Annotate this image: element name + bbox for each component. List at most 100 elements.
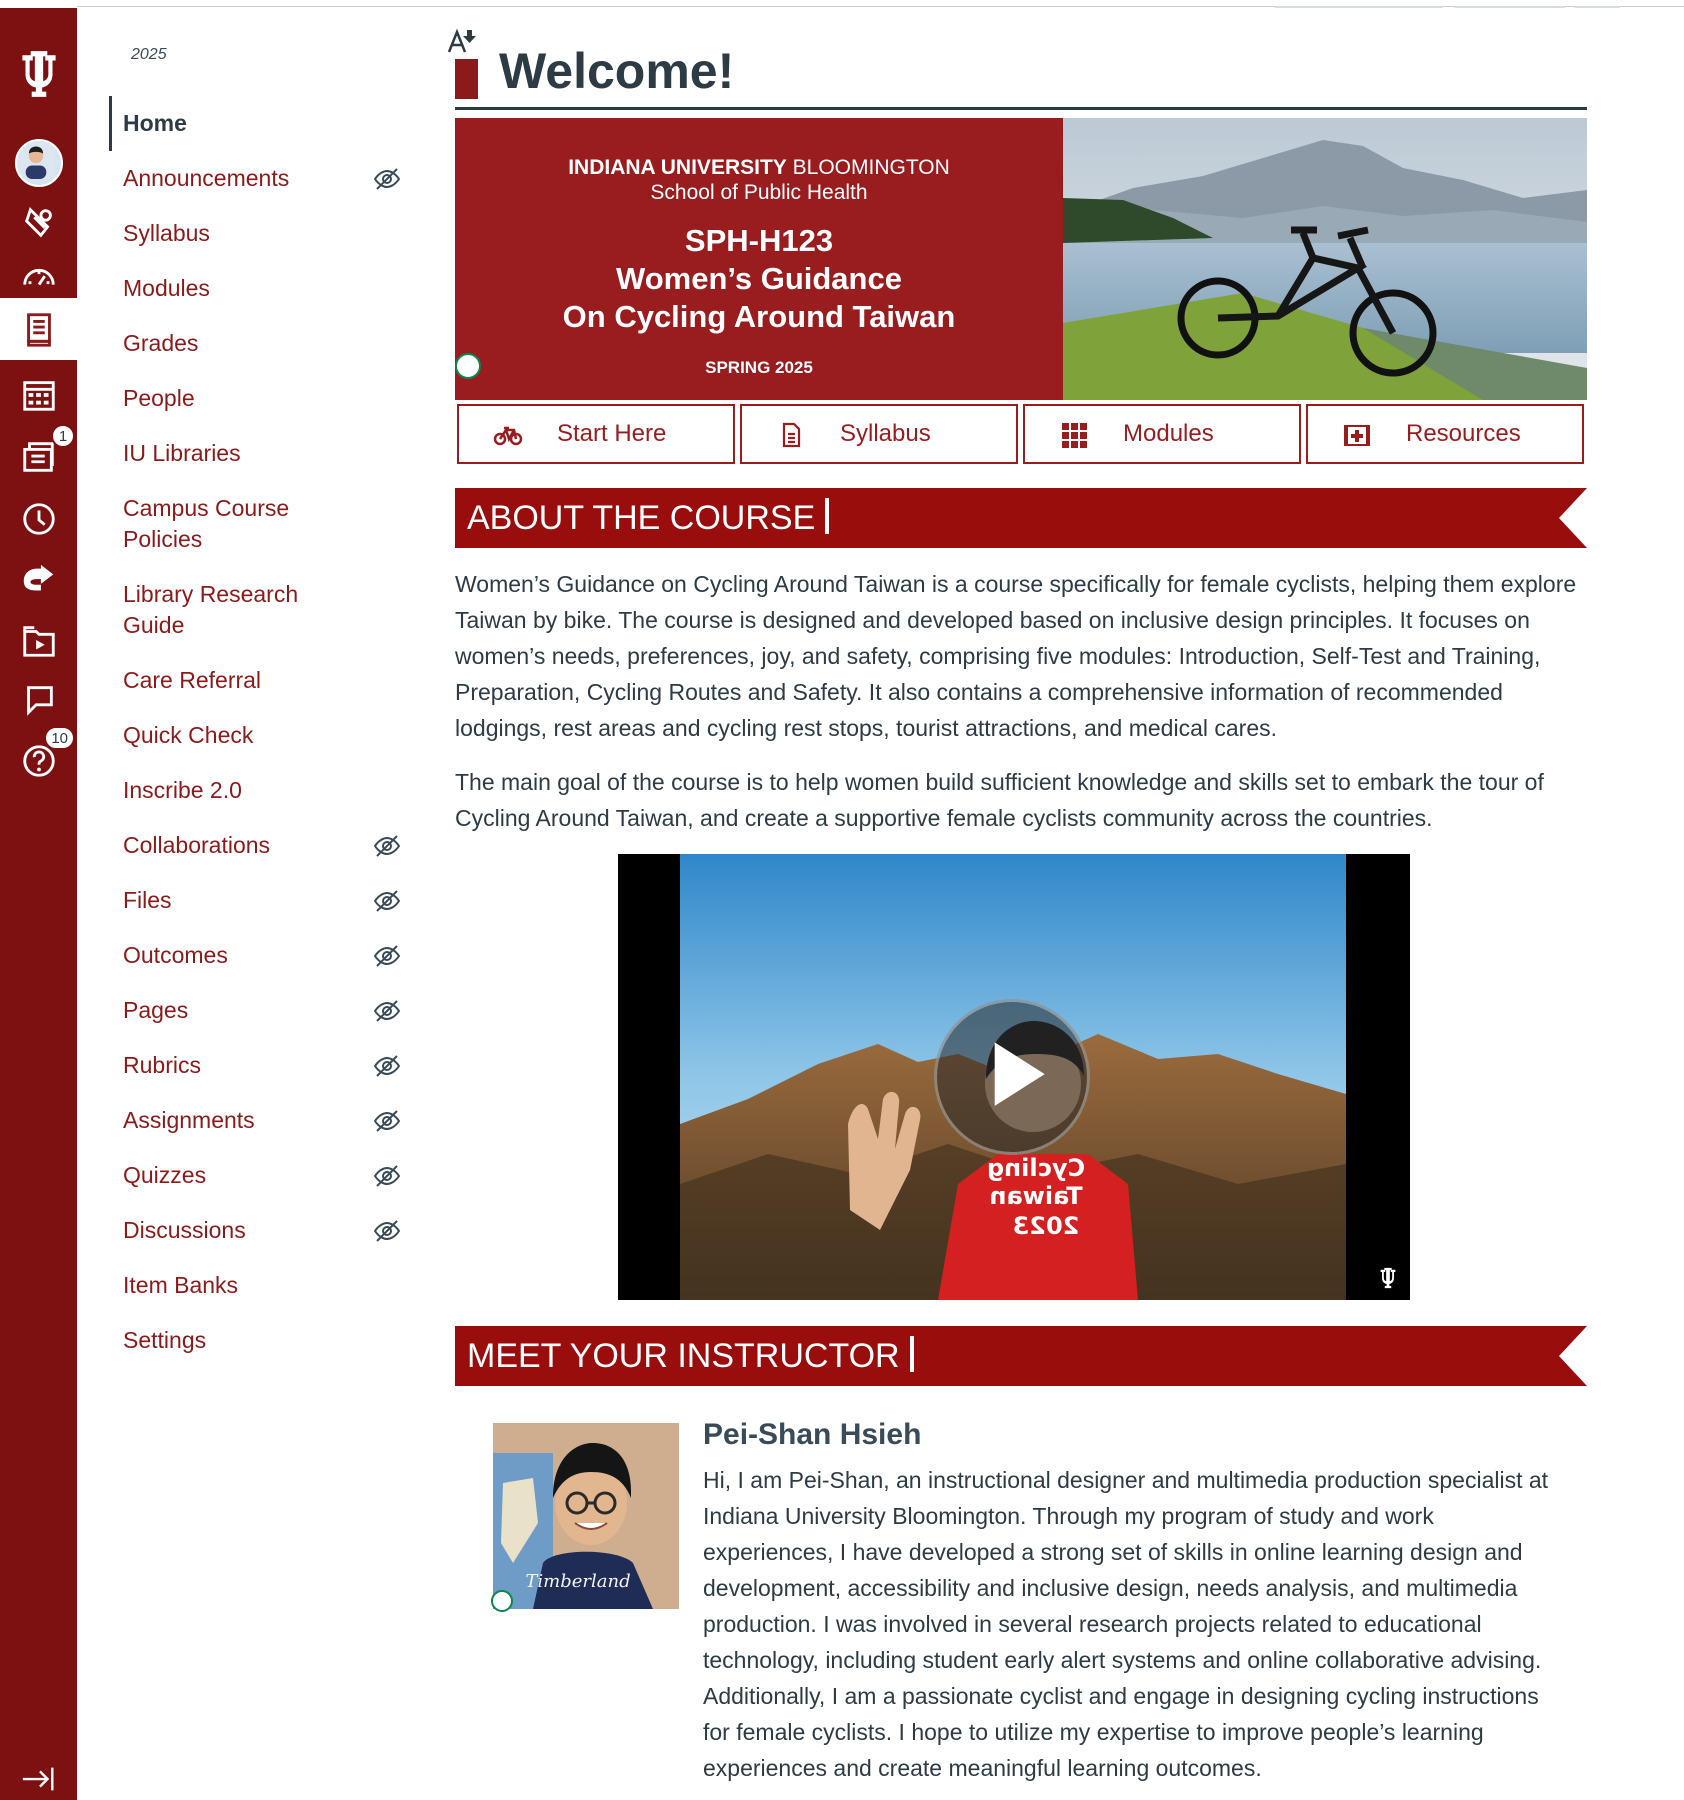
banner-title-panel: INDIANA UNIVERSITY BLOOMINGTON School of… bbox=[455, 118, 1063, 400]
commons-link[interactable] bbox=[0, 552, 77, 610]
banner-university: INDIANA UNIVERSITY BLOOMINGTON bbox=[455, 156, 1063, 180]
share-arrow-icon bbox=[23, 564, 53, 591]
avatar bbox=[14, 139, 63, 187]
course-nav-label: Grades bbox=[123, 330, 199, 356]
course-nav-item-banks[interactable]: Item Banks bbox=[109, 1258, 409, 1313]
admin-link[interactable] bbox=[0, 194, 77, 252]
start-here-label: Start Here bbox=[557, 420, 667, 447]
play-button[interactable] bbox=[934, 999, 1090, 1155]
course-nav-rubrics[interactable]: Rubrics bbox=[109, 1038, 409, 1093]
sync-indicator-icon bbox=[455, 353, 481, 379]
intro-video-player[interactable]: Cycling Taiwan 2023 bbox=[618, 854, 1410, 1300]
course-nav-collaborations[interactable]: Collaborations bbox=[109, 818, 409, 873]
eye-slash-icon bbox=[373, 1055, 401, 1077]
course-nav-campus-course-policies[interactable]: Campus Course Policies bbox=[109, 481, 309, 567]
resources-label: Resources bbox=[1406, 420, 1521, 447]
inbox-icon bbox=[22, 442, 54, 472]
banner-term: SPRING 2025 bbox=[705, 358, 813, 377]
course-nav-pages[interactable]: Pages bbox=[109, 983, 409, 1038]
instructor-heading: MEET YOUR INSTRUCTOR bbox=[467, 1336, 914, 1376]
course-nav-announcements[interactable]: Announcements bbox=[109, 151, 409, 206]
start-here-button[interactable]: Start Here bbox=[457, 404, 735, 464]
eye-slash-icon bbox=[373, 1000, 401, 1022]
course-nav-outcomes[interactable]: Outcomes bbox=[109, 928, 409, 983]
bicycle-lake-image bbox=[1063, 118, 1587, 400]
course-nav-label: Campus Course Policies bbox=[123, 495, 290, 552]
course-nav-people[interactable]: People bbox=[109, 371, 409, 426]
course-nav-modules[interactable]: Modules bbox=[109, 261, 409, 316]
shirt-text-line1: Cycling bbox=[987, 1154, 1085, 1182]
course-nav-list: Home Announcements Syllabus Modules Grad… bbox=[109, 96, 409, 1368]
course-nav-label: Assignments bbox=[123, 1107, 255, 1133]
history-link[interactable] bbox=[0, 490, 77, 548]
studio-link[interactable] bbox=[0, 612, 77, 670]
course-nav-label: People bbox=[123, 385, 195, 411]
syllabus-button[interactable]: Syllabus bbox=[740, 404, 1018, 464]
course-nav-assignments[interactable]: Assignments bbox=[109, 1093, 409, 1148]
course-nav-label: Library Research Guide bbox=[123, 581, 299, 638]
course-nav-settings[interactable]: Settings bbox=[109, 1313, 409, 1368]
about-paragraph-1: Women’s Guidance on Cycling Around Taiwa… bbox=[455, 571, 1577, 741]
course-banner: INDIANA UNIVERSITY BLOOMINGTON School of… bbox=[455, 118, 1587, 400]
studio-folder-icon bbox=[22, 626, 55, 657]
main-content: Welcome! INDIANA UNIVERSITY BLOOMINGTON … bbox=[447, 8, 1587, 1800]
resources-button[interactable]: Resources bbox=[1306, 404, 1584, 464]
course-nav-quick-check[interactable]: Quick Check bbox=[109, 708, 409, 763]
course-nav-grades[interactable]: Grades bbox=[109, 316, 409, 371]
banner-university-bold: INDIANA UNIVERSITY bbox=[568, 156, 787, 179]
course-nav-label: Inscribe 2.0 bbox=[123, 777, 242, 803]
eye-slash-icon bbox=[373, 945, 401, 967]
course-nav-label: Syllabus bbox=[123, 220, 210, 246]
iu-logo-link[interactable] bbox=[0, 34, 77, 114]
instructor-heading-banner: MEET YOUR INSTRUCTOR bbox=[455, 1326, 1587, 1386]
course-nav-files[interactable]: Files bbox=[109, 873, 409, 928]
avatar-photo-icon bbox=[16, 141, 55, 179]
collapse-nav-button[interactable] bbox=[0, 1750, 77, 1800]
shield-icon bbox=[24, 207, 52, 238]
clock-icon bbox=[22, 503, 55, 535]
account-link[interactable] bbox=[0, 134, 77, 192]
collapse-arrow-icon bbox=[22, 1767, 53, 1791]
syllabus-label: Syllabus bbox=[840, 420, 931, 447]
title-accent-bar bbox=[455, 59, 478, 99]
course-nav-inscribe[interactable]: Inscribe 2.0 bbox=[109, 763, 409, 818]
help-link[interactable]: 10 bbox=[0, 726, 77, 790]
term-label: 2025 bbox=[131, 46, 167, 63]
global-navigation: 1 10 bbox=[0, 8, 77, 1800]
instructor-portrait-image: Timberland bbox=[493, 1423, 679, 1609]
course-nav-label: Outcomes bbox=[123, 942, 228, 968]
shirt-text-line3: 2023 bbox=[1013, 1212, 1080, 1240]
course-nav-library-research-guide[interactable]: Library Research Guide bbox=[109, 567, 309, 653]
banner-school: School of Public Health bbox=[650, 181, 868, 204]
sync-indicator-icon bbox=[491, 1590, 513, 1612]
course-nav-home[interactable]: Home bbox=[109, 96, 409, 151]
instructor-shirt-text: Timberland bbox=[525, 1571, 630, 1592]
feedback-link[interactable] bbox=[0, 672, 77, 730]
inbox-link[interactable]: 1 bbox=[0, 424, 77, 486]
course-nav-label: Announcements bbox=[123, 165, 290, 191]
help-count-badge: 10 bbox=[44, 726, 75, 750]
iu-trident-icon bbox=[21, 51, 56, 97]
course-nav-quizzes[interactable]: Quizzes bbox=[109, 1148, 409, 1203]
banner-course-title-line2: On Cycling Around Taiwan bbox=[562, 299, 956, 334]
feedback-flag-icon bbox=[26, 686, 53, 716]
calendar-link[interactable] bbox=[0, 366, 77, 424]
eye-slash-icon bbox=[373, 1165, 401, 1187]
course-nav-syllabus[interactable]: Syllabus bbox=[109, 206, 409, 261]
course-nav-care-referral[interactable]: Care Referral bbox=[109, 653, 409, 708]
instructor-photo: Timberland bbox=[493, 1423, 679, 1609]
course-nav-iu-libraries[interactable]: IU Libraries bbox=[109, 426, 409, 481]
courses-book-icon bbox=[26, 313, 51, 347]
medical-kit-icon bbox=[1344, 425, 1370, 446]
immersive-reader-icon[interactable] bbox=[447, 28, 479, 54]
document-icon bbox=[782, 422, 801, 448]
instructor-name: Pei-Shan Hsieh bbox=[703, 1418, 922, 1451]
shirt-text-line2: Taiwan bbox=[989, 1182, 1082, 1210]
course-nav-label: Modules bbox=[123, 275, 210, 301]
course-nav-label: Files bbox=[123, 887, 172, 913]
course-nav-discussions[interactable]: Discussions bbox=[109, 1203, 409, 1258]
modules-button[interactable]: Modules bbox=[1023, 404, 1301, 464]
courses-link[interactable] bbox=[0, 298, 77, 360]
play-icon bbox=[994, 1042, 1045, 1106]
eye-slash-icon bbox=[373, 1220, 401, 1242]
